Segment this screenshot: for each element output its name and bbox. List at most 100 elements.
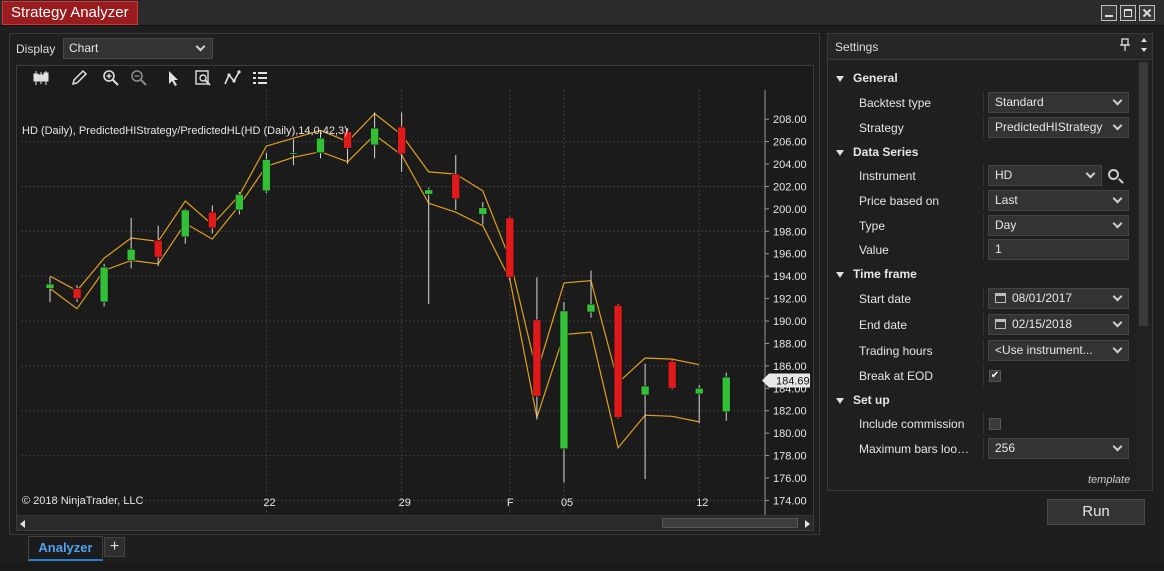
price-axis: 174.00176.00178.00180.00182.00184.00186.… [764,90,807,515]
candle-body [289,152,298,155]
price-tick-label: 192.00 [773,294,807,306]
start-date-value: 08/01/2017 [1012,291,1073,305]
chart-horizontal-scrollbar[interactable] [17,515,813,530]
window-title: Strategy Analyzer [2,1,138,25]
property-separator [983,364,984,386]
time-tick-label: 05 [560,497,574,509]
price-tick-label: 208.00 [773,114,807,126]
search-icon[interactable] [1108,169,1119,180]
value-label: Value [859,243,889,257]
settings-scrollbar-thumb[interactable] [1139,62,1148,326]
price-tick-label: 206.00 [773,137,807,149]
calendar-icon [995,319,1006,329]
end-date-picker[interactable]: 02/15/2018 [988,314,1129,335]
price-tick-label: 190.00 [773,316,807,328]
start-date-picker[interactable]: 08/01/2017 [988,288,1129,309]
settings-panel: Settings General Backtest type Standard … [827,33,1153,491]
run-button[interactable]: Run [1047,499,1145,525]
chart-area[interactable]: 174.00 176.00 178.00 180.00 182.00 184.00 186.… [16,65,814,531]
close-icon[interactable] [1139,5,1155,21]
chevron-down-icon [1112,441,1123,452]
scroll-down-icon[interactable] [1141,48,1147,52]
price-tick-label: 180.00 [773,428,807,440]
property-separator [983,437,984,459]
backtest-type-select[interactable]: Standard [988,92,1129,113]
candle-body [532,319,542,397]
max-bars-value: 256 [995,441,1016,455]
include-commission-checkbox[interactable] [989,418,1001,430]
display-select[interactable]: Chart [63,38,213,59]
collapse-triangle-icon [836,75,844,82]
chevron-down-icon [195,41,206,52]
price-chart[interactable]: 174.00176.00178.00180.00182.00184.00186.… [17,66,813,515]
collapse-triangle-icon [836,397,844,404]
max-bars-select[interactable]: 256 [988,438,1129,459]
minimize-icon[interactable] [1101,5,1117,21]
pin-icon[interactable] [1120,38,1130,55]
category-general[interactable]: General [836,71,898,85]
display-select-value: Chart [69,41,99,55]
category-set-up[interactable]: Set up [836,393,890,407]
maximize-icon[interactable] [1120,5,1136,21]
instrument-select[interactable]: HD [988,165,1102,186]
type-select[interactable]: Day [988,215,1129,236]
candle-body [397,126,406,155]
end-date-label: End date [859,318,908,332]
price-based-on-select[interactable]: Last [988,190,1129,211]
settings-header: Settings [828,34,1152,60]
instrument-label: Instrument [859,169,916,183]
trading-hours-select[interactable]: <Use instrument... [988,340,1129,361]
value-input[interactable]: 1 [988,239,1129,260]
chevron-down-icon [1112,193,1123,204]
end-date-value: 02/15/2018 [1012,317,1073,331]
scroll-left-icon[interactable] [20,520,25,528]
property-separator [983,91,984,113]
break-at-eod-checkbox[interactable]: ✔ [989,370,1001,382]
property-separator [983,214,984,236]
include-commission-label: Include commission [859,417,965,431]
strategy-select[interactable]: PredictedHIStrategy [988,117,1129,138]
title-bar: Strategy Analyzer [0,0,1164,26]
chevron-down-icon [1112,317,1123,328]
price-based-on-value: Last [995,193,1018,207]
price-tick-label: 174.00 [773,495,807,507]
candle-body [208,211,217,229]
backtest-type-value: Standard [995,95,1044,109]
type-value: Day [995,218,1017,232]
candle-body [72,288,82,299]
scroll-right-icon[interactable] [805,520,810,528]
tab-analyzer[interactable]: Analyzer [28,536,103,561]
candle-body [316,137,325,154]
candle-body [613,305,623,418]
settings-scrollbar[interactable] [1137,62,1151,490]
scrollbar-thumb[interactable] [662,518,798,528]
candle-body [424,189,434,195]
start-date-label: Start date [859,292,912,306]
calendar-icon [995,293,1006,303]
add-tab-button[interactable]: + [104,537,125,557]
chevron-down-icon [1085,168,1096,179]
price-tick-label: 198.00 [773,226,807,238]
strategy-label: Strategy [859,121,904,135]
candle-body [721,376,731,413]
template-link[interactable]: template [1088,474,1130,486]
candlesticks [45,112,731,483]
price-tick-label: 182.00 [773,406,807,418]
category-time-frame[interactable]: Time frame [836,267,917,281]
chevron-down-icon [1112,120,1123,131]
time-tick-label: F [506,497,514,509]
scroll-up-icon[interactable] [1141,38,1147,42]
settings-title: Settings [835,40,879,54]
indicator-bands [49,112,700,450]
price-tick-label: 188.00 [773,338,807,350]
candle-body [667,361,677,389]
category-data-series[interactable]: Data Series [836,145,918,159]
chart-grid [21,90,765,515]
chevron-down-icon [1112,291,1123,302]
candle-body [262,159,271,192]
candle-body [126,248,136,261]
candle-body [694,387,704,395]
backtest-type-label: Backtest type [859,96,932,110]
type-label: Type [859,219,886,233]
break-at-eod-label: Break at EOD [859,369,934,383]
